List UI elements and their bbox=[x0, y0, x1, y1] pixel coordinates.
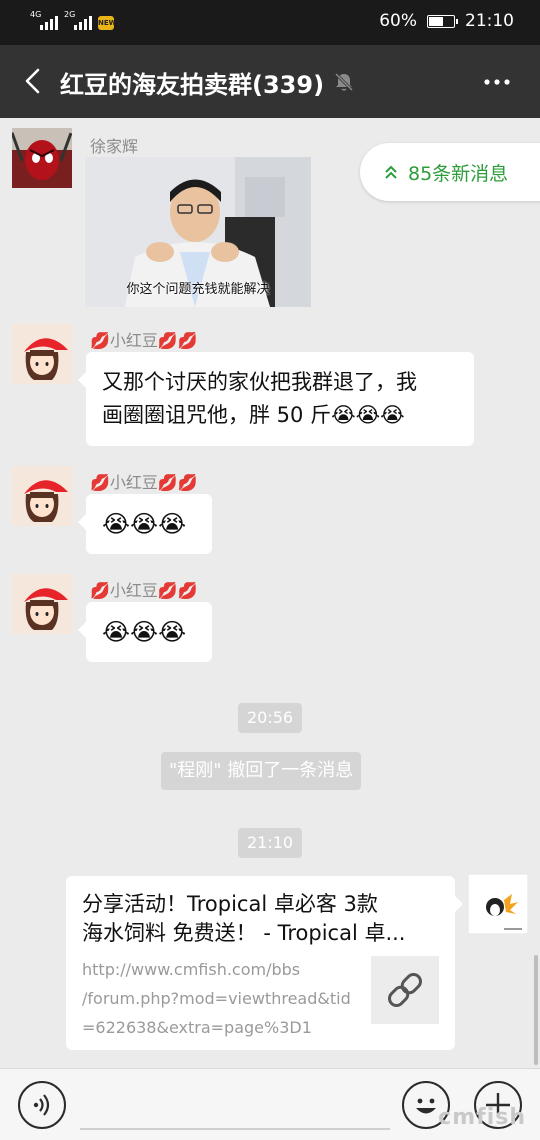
chat-title: 红豆的海友拍卖群(339) bbox=[60, 71, 325, 99]
app-notification-icon: NEWS bbox=[98, 16, 121, 30]
emoji-message[interactable]: 😭😭😭 bbox=[78, 494, 212, 554]
new-messages-label: 85条新消息 bbox=[408, 162, 509, 185]
chat-header: 红豆的海友拍卖群(339) bbox=[0, 45, 540, 118]
emoji-message[interactable]: 😭😭😭 bbox=[78, 602, 212, 662]
link-title-line: 分享活动！Tropical 卓必客 3款 bbox=[82, 892, 378, 916]
link-title-line: 海水饲料 免费送！ - Tropical 卓... bbox=[82, 921, 406, 945]
more-dots-icon[interactable] bbox=[482, 67, 512, 97]
avatar[interactable] bbox=[12, 128, 72, 188]
avatar[interactable] bbox=[12, 466, 72, 526]
image-message[interactable]: 你这个问题充钱就能解决 bbox=[85, 157, 311, 307]
link-url-line: =622638&extra=page%3D1 bbox=[82, 1018, 312, 1037]
signal-2-icon: 2G bbox=[64, 10, 92, 30]
link-url-line: http://www.cmfish.com/bbs bbox=[82, 960, 301, 979]
emoji-text: 😭😭😭 bbox=[102, 510, 187, 538]
clock: 21:10 bbox=[465, 11, 514, 31]
link-card[interactable]: 分享活动！Tropical 卓必客 3款 海水饲料 免费送！ - Tropica… bbox=[66, 876, 463, 1050]
sender-name: 💋小红豆💋💋 bbox=[90, 331, 198, 350]
watermark: cmfish bbox=[438, 1105, 526, 1130]
bell-muted-icon bbox=[334, 72, 354, 92]
message-input[interactable] bbox=[80, 1128, 390, 1130]
image-caption: 你这个问题充钱就能解决 bbox=[126, 282, 270, 297]
sender-name: 💋小红豆💋💋 bbox=[90, 473, 198, 492]
text-message[interactable]: 又那个讨厌的家伙把我群退了，我 画圈圈诅咒他，胖 50 斤😭😭😭 bbox=[78, 352, 474, 446]
double-chevron-up-icon bbox=[385, 165, 397, 179]
avatar[interactable] bbox=[12, 324, 72, 384]
battery-icon bbox=[427, 14, 458, 28]
input-bar: cmfish bbox=[0, 1068, 540, 1140]
voice-icon bbox=[33, 1094, 50, 1116]
link-thumbnail bbox=[371, 956, 439, 1024]
recall-notice: "程刚" 撤回了一条消息 bbox=[161, 752, 362, 790]
link-url-line: /forum.php?mod=viewthread&tid bbox=[82, 989, 351, 1008]
message-text-line: 又那个讨厌的家伙把我群退了，我 bbox=[102, 370, 417, 394]
sender-name: 💋小红豆💋💋 bbox=[90, 581, 198, 600]
timestamp: 21:10 bbox=[238, 828, 303, 858]
emoji-text: 😭😭😭 bbox=[102, 618, 187, 646]
link-icon bbox=[388, 973, 422, 1007]
new-messages-button[interactable]: 85条新消息 bbox=[360, 143, 540, 201]
chevron-left-icon[interactable] bbox=[18, 65, 50, 97]
sender-name: 徐家辉 bbox=[90, 137, 139, 156]
battery-percent: 60% bbox=[379, 11, 417, 31]
status-bar: 4G 2G NEWS 60% 21:10 bbox=[0, 0, 540, 45]
message-text-line: 画圈圈诅咒他，胖 50 斤😭😭😭 bbox=[102, 403, 405, 427]
timestamp: 20:56 bbox=[238, 703, 303, 733]
my-avatar[interactable] bbox=[468, 874, 528, 934]
avatar[interactable] bbox=[12, 574, 72, 634]
scrollbar[interactable] bbox=[534, 955, 538, 1065]
signal-1-icon: 4G bbox=[30, 10, 58, 30]
voice-button[interactable] bbox=[18, 1081, 66, 1129]
